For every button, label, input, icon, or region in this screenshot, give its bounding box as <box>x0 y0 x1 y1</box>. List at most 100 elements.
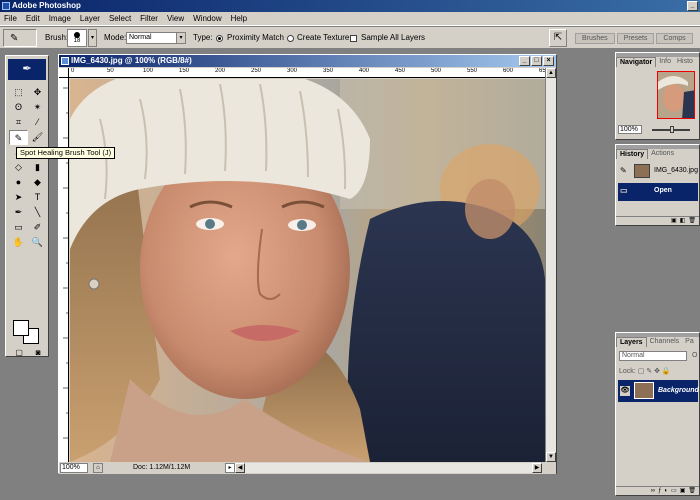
ruler-origin[interactable] <box>59 68 69 78</box>
hand-tool-icon[interactable]: ✋ <box>9 235 28 250</box>
zoom-field[interactable]: 100% <box>60 463 88 473</box>
navigator-zoom-controls: 100% <box>618 125 698 135</box>
status-preview-icon[interactable]: ⌂ <box>93 463 103 473</box>
vertical-scrollbar[interactable]: ▲ ▼ <box>545 68 556 462</box>
history-state-row[interactable]: ▭ Open <box>618 183 698 201</box>
eyedropper-tool-icon[interactable]: ✐ <box>28 220 47 235</box>
toolbox: ✒ ⬚✥ʘ✴⌗⁄✎🖌♙↺◇▮●◆➤T✒╲▭✐✋🔍 ▢ ◙ <box>5 55 49 357</box>
zoom-tool-icon[interactable]: 🔍 <box>28 235 47 250</box>
history-source-row[interactable]: ✎ IMG_6430.jpg <box>618 163 698 181</box>
dodge-tool-icon[interactable]: ● <box>9 175 28 190</box>
sample-all-layers-checkbox[interactable] <box>350 35 357 42</box>
folder-icon[interactable]: ▭ <box>671 487 677 495</box>
magic-wand-tool-icon[interactable]: ✴ <box>28 100 47 115</box>
tab-layers[interactable]: Layers <box>616 337 647 347</box>
opacity-label: O <box>692 352 698 359</box>
menu-image[interactable]: Image <box>49 12 71 25</box>
standard-mode-icon[interactable]: ▢ <box>15 348 23 357</box>
tab-actions[interactable]: Actions <box>648 149 677 159</box>
image-canvas[interactable] <box>70 79 545 462</box>
layer-row-background[interactable]: 👁 Background <box>618 380 699 402</box>
menu-view[interactable]: View <box>167 12 184 25</box>
menu-layer[interactable]: Layer <box>80 12 100 25</box>
quickmask-mode-icon[interactable]: ◙ <box>36 348 41 357</box>
doc-minimize-icon[interactable]: _ <box>519 56 530 66</box>
tool-preset-picker[interactable]: ✎ <box>3 29 37 47</box>
palette-well-icon[interactable]: ⇱ <box>549 29 567 47</box>
document-titlebar[interactable]: IMG_6430.jpg @ 100% (RGB/8#) _ □ × <box>59 55 556 67</box>
document-window: IMG_6430.jpg @ 100% (RGB/8#) _ □ × 0 50 10… <box>58 54 557 474</box>
slice-tool-icon[interactable]: ⁄ <box>28 115 47 130</box>
menu-window[interactable]: Window <box>193 12 221 25</box>
proximity-match-radio[interactable] <box>216 35 223 42</box>
scroll-up-icon[interactable]: ▲ <box>546 68 556 78</box>
brush-tool-icon[interactable]: 🖌 <box>28 130 47 145</box>
tab-channels[interactable]: Channels <box>647 337 683 347</box>
well-tab-brushes[interactable]: Brushes <box>575 33 615 44</box>
link-icon[interactable]: ∞ <box>651 487 655 495</box>
navigator-thumbnail[interactable] <box>657 71 695 119</box>
tab-history[interactable]: History <box>616 149 649 159</box>
new-document-icon[interactable]: ▣ <box>671 217 677 225</box>
lock-transparency-icon[interactable]: ▢ <box>638 368 645 375</box>
eraser-tool-icon[interactable]: ◇ <box>9 160 28 175</box>
trash-icon[interactable]: 🗑 <box>688 487 696 495</box>
feather-logo-icon[interactable]: ✒ <box>8 59 46 80</box>
tab-histogram[interactable]: Histo <box>674 57 696 67</box>
path-select-tool-icon[interactable]: ➤ <box>9 190 28 205</box>
well-tab-comps[interactable]: Comps <box>656 33 693 44</box>
horizontal-scrollbar[interactable]: ◀ ▶ <box>235 463 542 473</box>
status-menu-icon[interactable]: ▸ <box>225 463 235 473</box>
brush-dropdown-icon[interactable]: ▾ <box>88 29 97 47</box>
pen-tool-icon[interactable]: ✒ <box>9 205 28 220</box>
tab-paths[interactable]: Pa <box>682 337 697 347</box>
layer-blend-mode-select[interactable]: Normal <box>619 351 687 361</box>
horizontal-ruler[interactable]: 050100150200250300350400450500550600650 <box>69 68 545 78</box>
lock-paint-icon[interactable]: ✎ <box>646 368 652 375</box>
trash-icon[interactable]: 🗑 <box>688 217 696 225</box>
snapshot-icon[interactable]: ◧ <box>680 217 686 225</box>
new-layer-icon[interactable]: ▣ <box>680 487 686 495</box>
create-texture-radio[interactable] <box>287 35 294 42</box>
menu-file[interactable]: File <box>4 12 17 25</box>
lock-move-icon[interactable]: ✥ <box>654 368 660 375</box>
layer-style-icon[interactable]: ƒ <box>658 487 661 495</box>
eye-icon[interactable]: 👁 <box>620 386 630 396</box>
menu-select[interactable]: Select <box>109 12 131 25</box>
tab-info[interactable]: Info <box>656 57 674 67</box>
history-brush-source-icon[interactable]: ✎ <box>620 166 627 175</box>
scroll-down-icon[interactable]: ▼ <box>546 452 556 462</box>
marquee-tool-icon[interactable]: ⬚ <box>9 85 28 100</box>
gradient-tool-icon[interactable]: ▮ <box>28 160 47 175</box>
menu-filter[interactable]: Filter <box>140 12 158 25</box>
lock-all-icon[interactable]: 🔒 <box>662 368 671 375</box>
blur-tool-icon[interactable]: ◆ <box>28 175 47 190</box>
doc-maximize-icon[interactable]: □ <box>531 56 542 66</box>
doc-size: Doc: 1.12M/1.12M <box>133 464 191 471</box>
healing-brush-tool-icon[interactable]: ✎ <box>9 130 28 145</box>
move-tool-icon[interactable]: ✥ <box>28 85 47 100</box>
navigator-zoom-knob[interactable] <box>670 126 674 133</box>
history-thumbnail <box>634 164 650 178</box>
foreground-color-swatch[interactable] <box>13 320 29 336</box>
menu-help[interactable]: Help <box>231 12 247 25</box>
crop-tool-icon[interactable]: ⌗ <box>9 115 28 130</box>
type-tool-icon[interactable]: T <box>28 190 47 205</box>
menu-edit[interactable]: Edit <box>26 12 40 25</box>
doc-close-icon[interactable]: × <box>543 56 554 66</box>
scroll-left-icon[interactable]: ◀ <box>235 463 245 473</box>
mode-select[interactable]: Normal ▾ <box>126 32 186 44</box>
layer-lock-row: Lock: ▢ ✎ ✥ 🔒 <box>619 367 671 375</box>
tab-navigator[interactable]: Navigator <box>616 57 657 67</box>
navigator-zoom-field[interactable]: 100% <box>618 125 642 134</box>
vertical-ruler[interactable] <box>59 78 69 462</box>
mask-icon[interactable]: ◐ <box>664 487 668 495</box>
well-tab-presets[interactable]: Presets <box>616 33 655 44</box>
notes-tool-icon[interactable]: ▭ <box>9 220 28 235</box>
shape-tool-icon[interactable]: ╲ <box>28 205 47 220</box>
ruler-tick-label: 0 <box>71 68 75 74</box>
brush-picker[interactable]: 18 <box>67 29 87 47</box>
scroll-right-icon[interactable]: ▶ <box>532 463 542 473</box>
minimize-icon[interactable]: _ <box>687 1 698 11</box>
lasso-tool-icon[interactable]: ʘ <box>9 100 28 115</box>
